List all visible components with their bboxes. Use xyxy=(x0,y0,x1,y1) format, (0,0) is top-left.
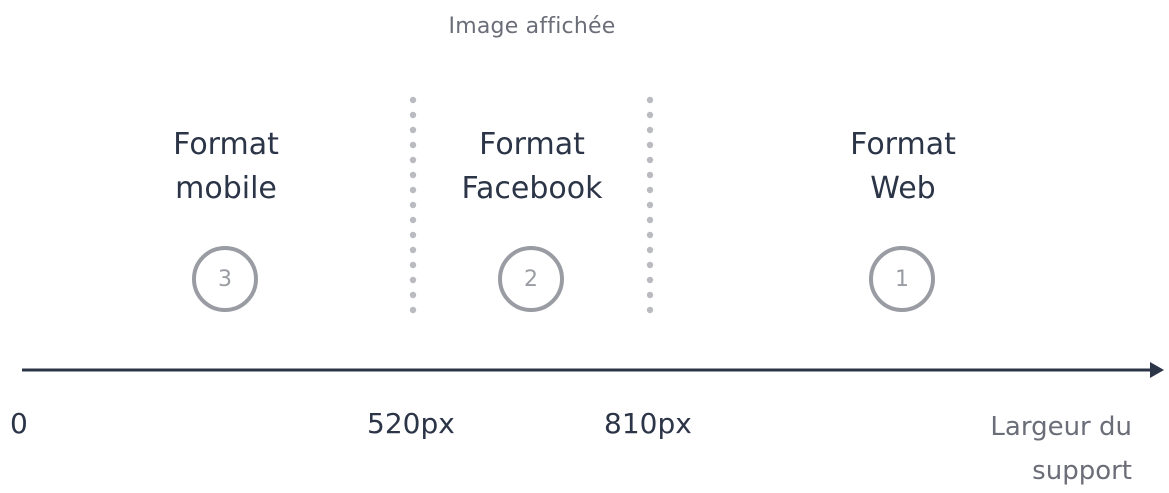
diagram: Image affichée Format mobile 3 Format Fa… xyxy=(0,0,1169,487)
zone-label-mobile-line1: Format xyxy=(173,127,279,162)
diagram-title: Image affichée xyxy=(448,14,616,39)
zone-badge-facebook: 2 xyxy=(498,246,564,312)
axis-tick-0: 0 xyxy=(10,407,28,440)
zone-label-web-line2: Web xyxy=(870,171,936,206)
axis-arrowhead-icon xyxy=(1150,362,1164,378)
axis-title-line2: support xyxy=(1032,456,1132,486)
zone-label-facebook-line2: Facebook xyxy=(461,171,603,206)
zone-label-web: Format Web xyxy=(793,123,1013,211)
width-axis xyxy=(22,362,1164,378)
divider-520px xyxy=(409,96,417,314)
zone-badge-mobile: 3 xyxy=(192,246,258,312)
axis-tick-520px: 520px xyxy=(367,407,455,440)
axis-tick-810px: 810px xyxy=(604,407,692,440)
zone-label-facebook: Format Facebook xyxy=(422,123,642,211)
axis-title: Largeur du support xyxy=(932,405,1132,493)
zone-badge-web: 1 xyxy=(869,246,935,312)
zone-label-mobile-line2: mobile xyxy=(175,171,277,206)
axis-title-line1: Largeur du xyxy=(990,412,1132,442)
zone-label-mobile: Format mobile xyxy=(116,123,336,211)
zone-label-web-line1: Format xyxy=(850,127,956,162)
zone-label-facebook-line1: Format xyxy=(479,127,585,162)
divider-810px xyxy=(646,96,654,314)
